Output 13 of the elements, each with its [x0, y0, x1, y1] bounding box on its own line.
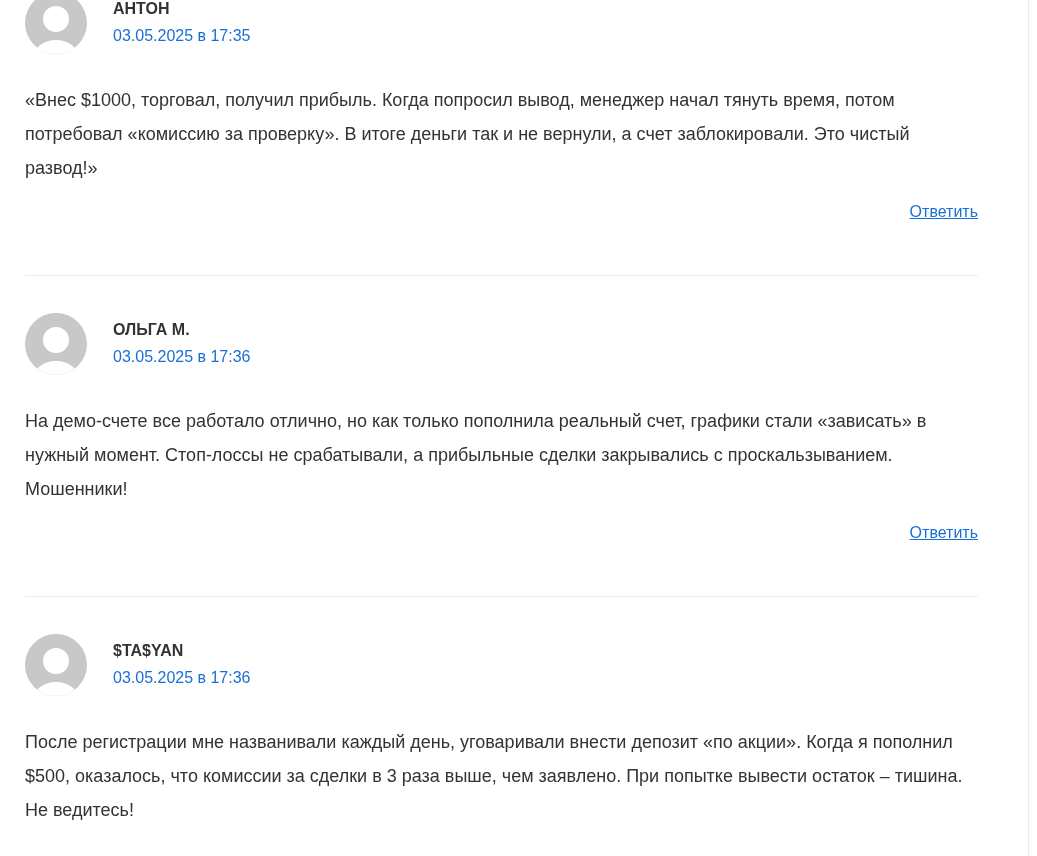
- author-name: АНТОН: [113, 0, 171, 19]
- author-name: $TA$YAN: [113, 641, 185, 661]
- author-name: ОЛЬГА М.: [113, 320, 191, 340]
- comment-text: После регистрации мне названивали каждый день, уговаривали внести депозит «по акции». Когда я пополнил $500, оказалось, что комиссии за сделки в 3 раза выше, чем заявлено. При попытке вывести остаток – тишина. Не ведитесь!: [25, 731, 964, 822]
- avatar-icon: [25, 634, 87, 696]
- comment-text: На демо-счете все работало отлично, но как только пополнила реальный счет, графики стали «зависать» в нужный момент. Стоп-лоссы не срабатывали, а прибыльные сделки закрывались с проскальзыванием. Мошенники!: [25, 410, 928, 501]
- reply-link[interactable]: Ответить: [909, 201, 978, 223]
- comment-date-link[interactable]: 03.05.2025 в 17:35: [113, 25, 251, 47]
- avatar-icon: [25, 313, 87, 375]
- reply-link[interactable]: Ответить: [909, 522, 978, 544]
- comment-date-link[interactable]: 03.05.2025 в 17:36: [113, 667, 251, 689]
- comment-text: «Внес $1000, торговал, получил прибыль. Когда попросил вывод, менеджер начал тянуть время, потом потребовал «комиссию за проверку». В итоге деньги так и не вернули, а счет заблокировали. Это чистый развод!»: [25, 89, 911, 180]
- comment-date-link[interactable]: 03.05.2025 в 17:36: [113, 346, 251, 368]
